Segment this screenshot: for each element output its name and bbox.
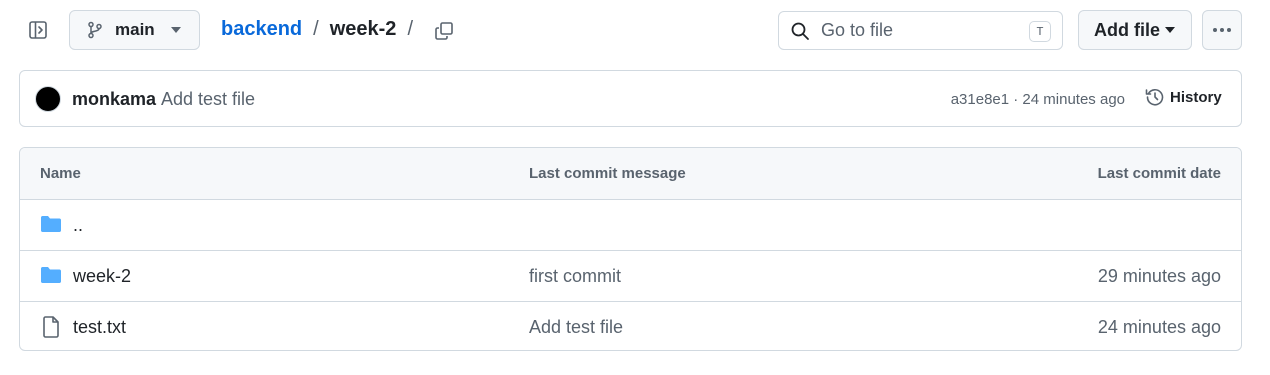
- breadcrumb-separator: /: [313, 18, 319, 40]
- history-label: History: [1170, 88, 1222, 106]
- folder-icon: [40, 214, 62, 234]
- folder-name-link[interactable]: week-2: [73, 266, 131, 287]
- column-header-name: Name: [40, 165, 81, 182]
- breadcrumb-repo-link[interactable]: backend: [221, 18, 302, 41]
- table-row[interactable]: ..: [20, 200, 1241, 251]
- file-table-header: Name Last commit message Last commit dat…: [20, 148, 1241, 200]
- more-options-button[interactable]: [1202, 10, 1242, 50]
- row-commit-message[interactable]: Add test file: [529, 317, 623, 338]
- table-row[interactable]: week-2 first commit 29 minutes ago: [20, 251, 1241, 302]
- history-link[interactable]: History: [1145, 87, 1222, 107]
- history-icon: [1145, 87, 1165, 107]
- latest-commit-bar: monkama Add test file a31e8e1 · 24 minut…: [19, 70, 1242, 127]
- avatar[interactable]: [35, 86, 61, 112]
- add-file-button[interactable]: Add file: [1078, 10, 1192, 50]
- row-commit-message[interactable]: first commit: [529, 266, 621, 287]
- commit-author-link[interactable]: monkama: [72, 89, 156, 110]
- branch-selector-button[interactable]: main: [69, 10, 200, 50]
- column-header-last-commit-message: Last commit message: [529, 165, 686, 182]
- search-input[interactable]: [819, 19, 1023, 42]
- row-commit-date: 24 minutes ago: [1097, 317, 1221, 337]
- parent-directory-link[interactable]: ..: [73, 215, 83, 236]
- copy-path-button[interactable]: [429, 16, 459, 46]
- add-file-label: Add file: [1094, 19, 1160, 40]
- git-branch-icon: [86, 21, 104, 39]
- go-to-file-search[interactable]: T: [778, 11, 1063, 50]
- file-name-link[interactable]: test.txt: [73, 317, 126, 338]
- sidebar-toggle-button[interactable]: [18, 10, 58, 50]
- triangle-down-icon: [170, 27, 181, 33]
- breadcrumb-current-folder: week-2: [329, 18, 397, 40]
- breadcrumb: backend / week-2 /: [221, 18, 424, 41]
- kebab-horizontal-icon: [1212, 27, 1232, 33]
- commit-message-link[interactable]: Add test file: [161, 89, 255, 110]
- sidebar-expand-icon: [28, 20, 48, 40]
- folder-icon: [40, 265, 62, 285]
- row-commit-date: 29 minutes ago: [1097, 266, 1221, 286]
- table-row[interactable]: test.txt Add test file 24 minutes ago: [20, 302, 1241, 350]
- search-icon: [790, 21, 810, 41]
- file-table: Name Last commit message Last commit dat…: [19, 147, 1242, 351]
- copy-icon: [434, 21, 454, 41]
- breadcrumb-trailing-separator: /: [407, 18, 413, 40]
- keyboard-shortcut-hint: T: [1029, 21, 1051, 42]
- file-icon: [40, 316, 62, 338]
- column-header-last-commit-date: Last commit date: [1097, 165, 1221, 182]
- branch-name: main: [115, 20, 155, 39]
- commit-hash-and-time[interactable]: a31e8e1 · 24 minutes ago: [951, 91, 1125, 108]
- triangle-down-icon: [1165, 27, 1175, 33]
